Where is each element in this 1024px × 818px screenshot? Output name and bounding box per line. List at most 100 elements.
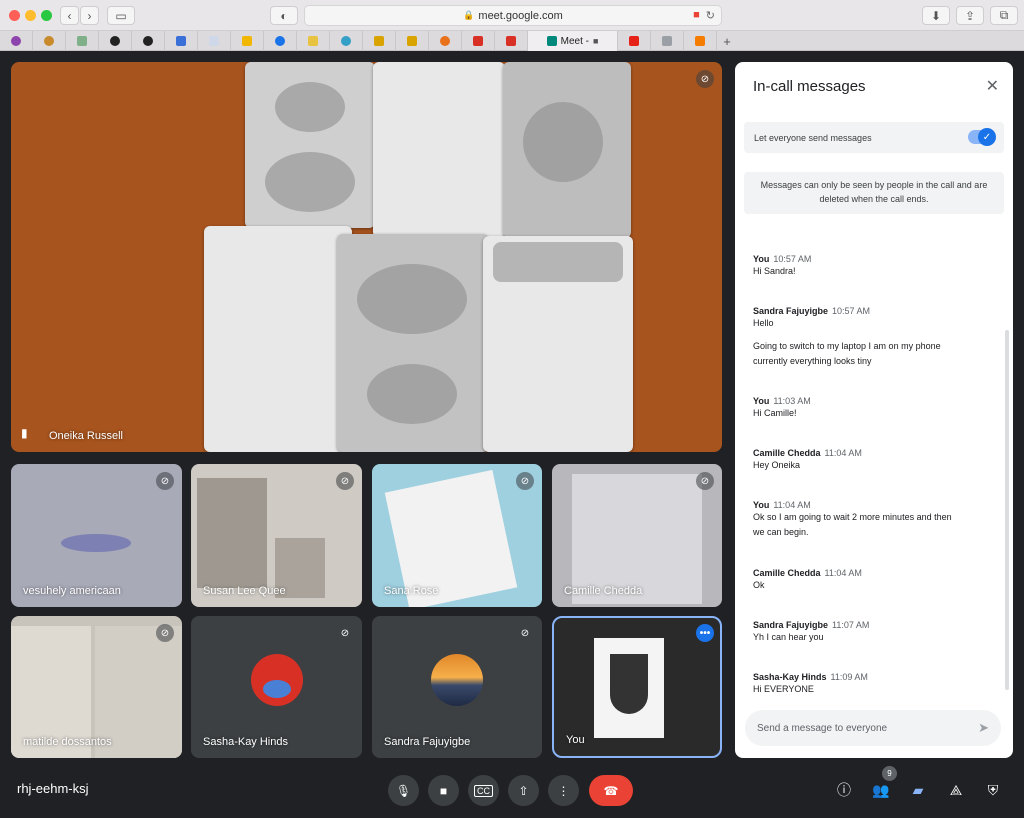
lock-icon: 🔒: [463, 10, 475, 20]
tab-item[interactable]: [396, 31, 429, 51]
tab-item[interactable]: [297, 31, 330, 51]
host-controls-icon[interactable]: ⛨: [983, 780, 1003, 800]
meet-stage: ⊘ ▮ Oneika Russell ⊘ vesuhely americaan …: [0, 52, 1024, 818]
share-icon[interactable]: ⇪: [956, 6, 984, 25]
chat-message: You 11:04 AM Ok so I am going to wait 2 m…: [753, 500, 997, 540]
participant-name: Sasha-Kay Hinds: [203, 736, 288, 748]
tab-item[interactable]: [651, 31, 684, 51]
tab-item[interactable]: [429, 31, 462, 51]
forward-icon[interactable]: ›: [80, 6, 99, 25]
ink-blot: [493, 242, 623, 282]
send-messages-toggle[interactable]: ✓: [968, 128, 996, 146]
privacy-shield-icon[interactable]: ◐: [270, 6, 298, 25]
message-text: currently everything looks tiny: [753, 356, 872, 366]
chat-icon[interactable]: ▰: [908, 780, 928, 800]
tab-item[interactable]: [330, 31, 363, 51]
minimize-window-button[interactable]: [25, 10, 36, 21]
participant-tile[interactable]: ⊘ Susan Lee Quee: [191, 464, 362, 607]
close-icon[interactable]: ✕: [986, 76, 999, 96]
message-time: 11:07 AM: [832, 620, 870, 630]
message-sender: Camille Chedda: [753, 448, 821, 458]
pin-icon[interactable]: ▮: [21, 426, 28, 440]
message-time: 11:04 AM: [824, 568, 862, 578]
chat-scrollbar[interactable]: [1005, 330, 1009, 690]
meet-icon: [546, 36, 557, 46]
reload-icon[interactable]: ↻: [706, 9, 715, 22]
mic-off-icon: ⊘: [336, 624, 354, 642]
chat-message: Camille Chedda 11:04 AM Ok: [753, 568, 997, 593]
ink-blot: [265, 152, 355, 212]
back-icon[interactable]: ‹: [60, 6, 79, 25]
tab-bar: Meet - ■ +: [0, 31, 1024, 51]
people-icon[interactable]: 👥: [871, 780, 891, 800]
close-window-button[interactable]: [9, 10, 20, 21]
message-sender: You: [753, 396, 770, 406]
participant-tile[interactable]: ⊘ Sandra Fajuyigbe: [372, 616, 542, 758]
mic-off-icon: ⊘: [336, 472, 354, 490]
participant-tile[interactable]: ⊘ Sana Rose: [372, 464, 542, 607]
favicon-icon: [275, 36, 285, 46]
activities-icon[interactable]: ⟁: [946, 780, 966, 800]
present-button[interactable]: ⇧: [508, 775, 539, 806]
tab-item[interactable]: [0, 31, 33, 51]
tab-item[interactable]: [132, 31, 165, 51]
mic-off-icon: ⊘: [516, 472, 534, 490]
tab-item[interactable]: [462, 31, 495, 51]
message-text: Going to switch to my laptop I am on my …: [753, 341, 941, 351]
tab-item[interactable]: [165, 31, 198, 51]
tab-item[interactable]: [618, 31, 651, 51]
address-bar[interactable]: 🔒 meet.google.com ■ ↻: [304, 5, 722, 26]
zoom-window-button[interactable]: [41, 10, 52, 21]
chat-message: You 11:03 AM Hi Camille!: [753, 396, 997, 421]
tab-item[interactable]: [99, 31, 132, 51]
message-time: 10:57 AM: [832, 306, 871, 316]
tab-item[interactable]: [231, 31, 264, 51]
new-tab-button[interactable]: +: [717, 31, 737, 51]
tab-item[interactable]: [684, 31, 717, 51]
sidebar-icon[interactable]: ▭: [107, 6, 135, 25]
more-options-icon[interactable]: •••: [696, 624, 714, 642]
message-input[interactable]: Send a message to everyone ➤: [745, 710, 1001, 746]
meeting-code: rhj-eehm-ksj: [17, 781, 89, 796]
participant-tile[interactable]: ⊘ Camille Chedda: [552, 464, 722, 607]
send-icon[interactable]: ➤: [978, 720, 989, 736]
tab-item[interactable]: [495, 31, 528, 51]
present-icon: ⇧: [518, 783, 529, 798]
camera-button[interactable]: ■: [428, 775, 459, 806]
camera-recording-icon[interactable]: ■: [693, 9, 700, 22]
drawing-card: [204, 226, 352, 452]
participant-tile[interactable]: ⊘ vesuhely americaan: [11, 464, 182, 607]
toggle-label: Let everyone send messages: [754, 132, 872, 143]
tab-meet-active[interactable]: Meet - ■: [528, 31, 618, 51]
self-video-tile[interactable]: ••• You: [552, 616, 722, 758]
download-icon[interactable]: ⬇: [922, 6, 950, 25]
chat-message: Sandra Fajuyigbe 11:07 AM Yh I can hear y…: [753, 620, 997, 645]
more-options-button[interactable]: ⋮: [548, 775, 579, 806]
tab-item[interactable]: [66, 31, 99, 51]
main-video-tile[interactable]: ⊘ ▮ Oneika Russell: [11, 62, 722, 452]
message-text: Yh I can hear you: [753, 632, 824, 642]
captions-button[interactable]: CC: [468, 775, 499, 806]
microphone-button[interactable]: 🎙: [388, 775, 419, 806]
tab-item[interactable]: [363, 31, 396, 51]
tabs-overview-icon[interactable]: ⧉: [990, 6, 1018, 25]
favicon-icon: [77, 36, 87, 46]
tab-item[interactable]: [264, 31, 297, 51]
url-text: meet.google.com: [478, 9, 563, 22]
chat-message: You 10:57 AM Hi Sandra!: [753, 254, 997, 279]
participant-name: Camille Chedda: [564, 585, 643, 597]
more-vert-icon: ⋮: [557, 783, 570, 798]
message-sender: Camille Chedda: [753, 568, 821, 578]
end-call-button[interactable]: ☎: [589, 775, 633, 806]
tab-item[interactable]: [33, 31, 66, 51]
mic-off-icon: ⊘: [696, 70, 714, 88]
ink-blot: [275, 82, 345, 132]
favicon-icon: [143, 36, 153, 46]
info-icon[interactable]: ⓘ: [834, 780, 854, 800]
message-sender: You: [753, 254, 770, 264]
participant-tile[interactable]: ⊘ Sasha-Kay Hinds: [191, 616, 362, 758]
participant-tile[interactable]: ⊘ matilde dossantos: [11, 616, 182, 758]
favicon-icon: [662, 36, 672, 46]
tab-item[interactable]: [198, 31, 231, 51]
